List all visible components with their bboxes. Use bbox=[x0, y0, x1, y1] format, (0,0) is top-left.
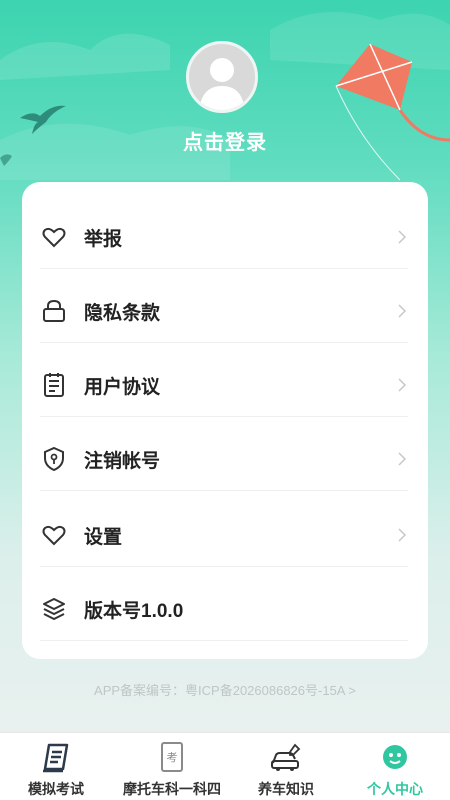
chevron-right-icon bbox=[394, 229, 410, 245]
menu-item-user-agreement[interactable]: 用户协议 bbox=[40, 348, 410, 422]
menu-item-label: 设置 bbox=[84, 526, 123, 548]
smiley-icon bbox=[340, 741, 450, 775]
menu-item-privacy[interactable]: 隐私条款 bbox=[40, 274, 410, 348]
login-label[interactable]: 点击登录 bbox=[0, 126, 450, 155]
menu-item-label: 隐私条款 bbox=[84, 302, 161, 324]
chevron-right-icon bbox=[394, 451, 410, 467]
exam-book-icon bbox=[0, 741, 112, 775]
shield-icon bbox=[40, 445, 68, 473]
avatar[interactable] bbox=[186, 41, 258, 113]
divider bbox=[40, 342, 408, 343]
tab-car-care[interactable]: 养车知识 bbox=[232, 733, 340, 800]
menu-item-version: 版本号1.0.0 bbox=[40, 572, 410, 646]
icp-record-link[interactable]: APP备案编号：粤ICP备2026086826号-15A > bbox=[0, 680, 450, 699]
divider bbox=[40, 566, 408, 567]
menu-item-settings[interactable]: 设置 bbox=[40, 498, 410, 572]
bottom-tab-bar: 模拟考试 考 摩托车科一科四 养车知识 个人中心 bbox=[0, 732, 450, 800]
divider bbox=[40, 640, 408, 641]
menu-item-label: 用户协议 bbox=[84, 376, 161, 398]
divider bbox=[40, 416, 408, 417]
menu-item-label: 举报 bbox=[84, 228, 123, 250]
menu-item-label: 注销帐号 bbox=[84, 450, 161, 472]
tab-personal-center[interactable]: 个人中心 bbox=[340, 733, 450, 800]
document-icon bbox=[40, 371, 68, 399]
heart-icon bbox=[40, 521, 68, 549]
svg-text:考: 考 bbox=[167, 751, 178, 764]
divider bbox=[40, 268, 408, 269]
version-label: 版本号1.0.0 bbox=[84, 600, 184, 622]
chevron-right-icon bbox=[394, 377, 410, 393]
heart-icon bbox=[40, 223, 68, 251]
tab-motorcycle-subjects[interactable]: 考 摩托车科一科四 bbox=[112, 733, 232, 800]
divider bbox=[40, 490, 408, 491]
tab-label: 个人中心 bbox=[367, 781, 423, 797]
settings-card: 举报 隐私条款 用户协议 注销帐号 设置 版本号1.0.0 bbox=[22, 182, 428, 659]
car-repair-icon bbox=[232, 741, 340, 775]
tab-mock-exam[interactable]: 模拟考试 bbox=[0, 733, 112, 800]
menu-item-delete-account[interactable]: 注销帐号 bbox=[40, 422, 410, 496]
tab-label: 模拟考试 bbox=[28, 781, 84, 797]
lock-icon bbox=[40, 297, 68, 325]
chevron-right-icon bbox=[394, 527, 410, 543]
chevron-right-icon bbox=[394, 303, 410, 319]
test-paper-icon: 考 bbox=[112, 741, 232, 775]
layers-icon bbox=[40, 595, 68, 623]
tab-label: 养车知识 bbox=[258, 781, 314, 797]
tab-label: 摩托车科一科四 bbox=[123, 781, 221, 797]
menu-item-report[interactable]: 举报 bbox=[40, 200, 410, 274]
